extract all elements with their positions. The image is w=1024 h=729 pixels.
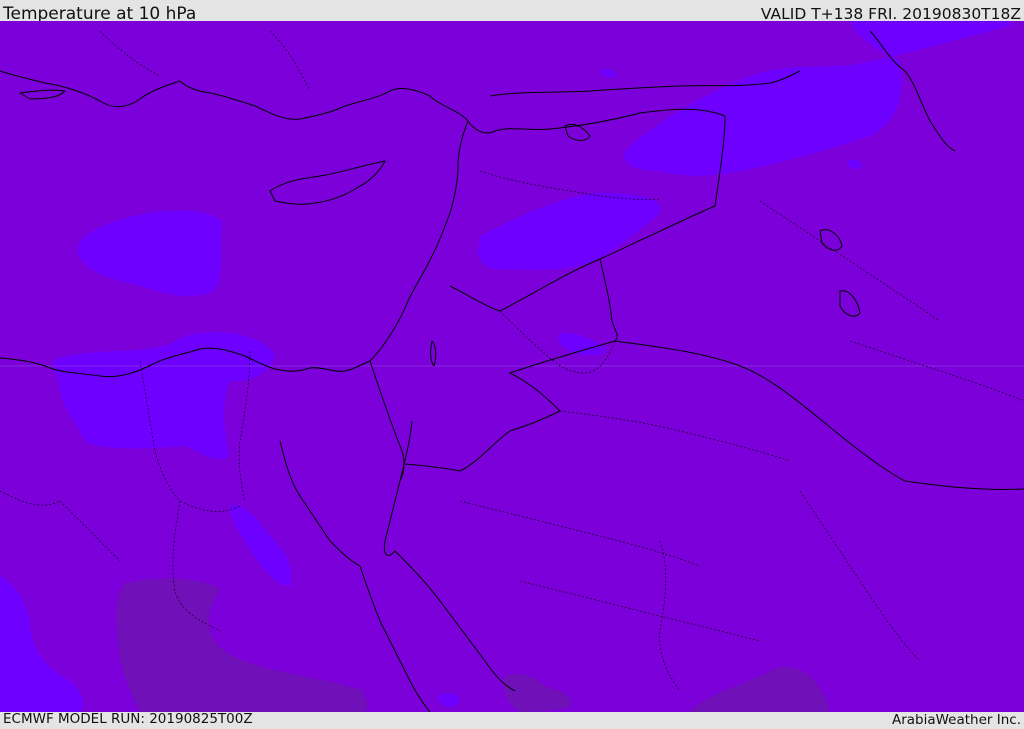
model-run: ECMWF MODEL RUN: 20190825T00Z	[3, 711, 253, 727]
credit-text: ArabiaWeather Inc.	[891, 712, 1021, 728]
map-frame: Temperature at 10 hPa VALID T+138 FRI. 2…	[0, 0, 1024, 729]
weather-map	[0, 21, 1024, 712]
